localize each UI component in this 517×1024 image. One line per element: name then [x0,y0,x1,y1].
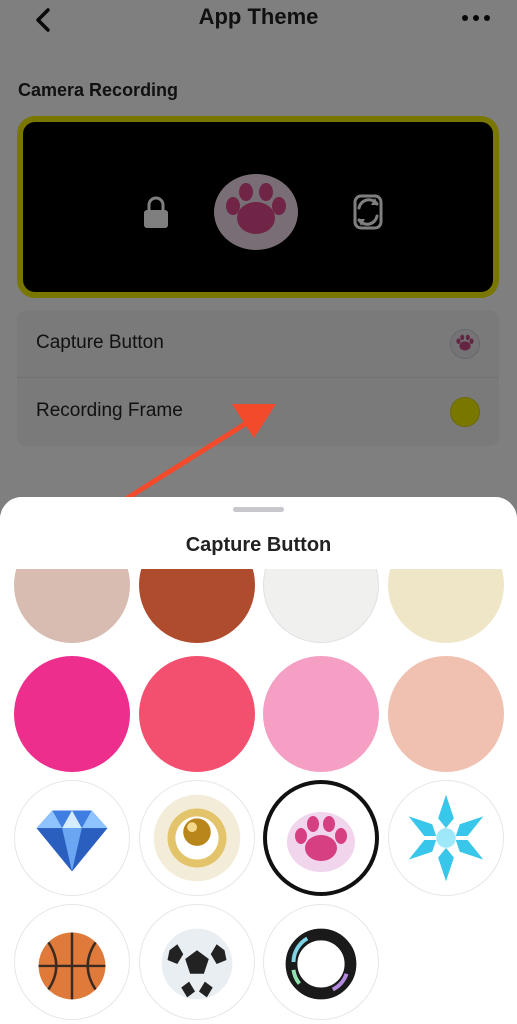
snowflake-icon [408,794,484,882]
capture-button-sheet: Capture Button Capture Button [0,497,517,1024]
holo-ring-icon [285,928,357,1000]
option-snowflake[interactable] [388,780,504,896]
gold-orb-icon [153,794,241,882]
option-diamond[interactable] [14,780,130,896]
soccer-ball-icon [161,928,233,1000]
option-hot-pink[interactable] [14,656,130,772]
option-holo-ring[interactable] [263,904,379,1020]
option-basketball[interactable] [14,904,130,1020]
capture-button-options: Capture Button [0,497,517,1024]
option-soccer-ball[interactable] [139,904,255,1020]
sheet-title-text: Capture Button [185,534,332,556]
basketball-icon [38,932,106,1000]
option-paw-selected[interactable] [263,780,379,896]
option-peach[interactable] [388,656,504,772]
option-light-pink[interactable] [263,656,379,772]
option-coral-pink[interactable] [139,656,255,772]
sheet-grabber-top [233,507,284,512]
diamond-icon [36,810,108,872]
paw-icon [287,812,355,872]
option-gold-orb[interactable] [139,780,255,896]
